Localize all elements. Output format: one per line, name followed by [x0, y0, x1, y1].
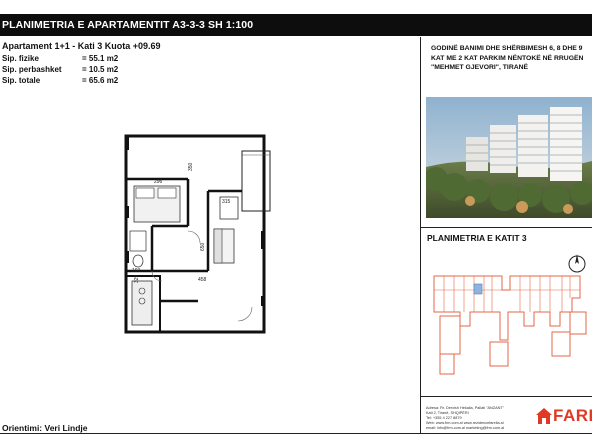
dimension-label: 329	[134, 274, 140, 283]
dimension-label: 296	[154, 179, 163, 185]
dimension-label: 458	[198, 277, 207, 283]
description-line: "MEHMET GJEVORI", TIRANË	[431, 64, 529, 71]
area-row: Sip. perbashket = 10.5 m2	[2, 64, 118, 75]
area-value: = 10.5 m2	[82, 65, 119, 74]
area-row: Sip. totale = 65.6 m2	[2, 75, 118, 86]
section-divider	[421, 396, 592, 397]
description-line: GODINË BANIMI DHE SHËRBIMESH 6, 8 DHE 9	[431, 45, 583, 52]
page-title: PLANIMETRIA E APARTAMENTIT A3-3-3 SH 1:1…	[0, 14, 592, 36]
brand-name: FARE	[553, 406, 592, 425]
dimension-label: 350	[188, 162, 194, 171]
brand-mark-icon	[536, 408, 552, 424]
dimension-label: 650	[200, 242, 206, 251]
orientation-note: Orientimi: Veri Lindje	[2, 423, 88, 433]
area-value: = 55.1 m2	[82, 54, 119, 63]
area-label: Sip. perbashket	[2, 65, 62, 74]
area-value: = 65.6 m2	[82, 76, 119, 85]
brand-logo: FARE	[535, 406, 592, 426]
top-margin	[0, 0, 592, 12]
level-floorplan-drawing	[433, 275, 587, 375]
area-label: Sip. totale	[2, 76, 41, 85]
building-render-photo	[426, 97, 592, 218]
project-description: GODINË BANIMI DHE SHËRBIMESH 6, 8 DHE 9 …	[431, 44, 591, 73]
area-label: Sip. fizike	[2, 54, 39, 63]
apartment-floorplan-drawing: 296 350 315 650 458 329 160	[108, 131, 278, 343]
contact-line: email: info@frm.com.al marketing@frm.com…	[426, 426, 505, 430]
section-divider	[421, 227, 592, 228]
bottom-border	[0, 433, 592, 445]
floor-plan-title: PLANIMETRIA E KATIT 3	[427, 233, 527, 243]
dimension-label: 315	[222, 199, 231, 205]
description-line: KAT ME 2 KAT PARKIM NËNTOKË NË RRUGËN	[431, 54, 584, 62]
area-table: Sip. fizike = 55.1 m2 Sip. perbashket = …	[2, 53, 118, 86]
dimension-label: 160	[132, 268, 141, 274]
contact-block: Adresa: Rr. Dervish Hekalia, Pallati "AN…	[426, 406, 536, 431]
area-row: Sip. fizike = 55.1 m2	[2, 53, 118, 64]
apartment-heading: Apartament 1+1 - Kati 3 Kuota +09.69	[2, 41, 161, 51]
panel-divider	[420, 37, 421, 433]
